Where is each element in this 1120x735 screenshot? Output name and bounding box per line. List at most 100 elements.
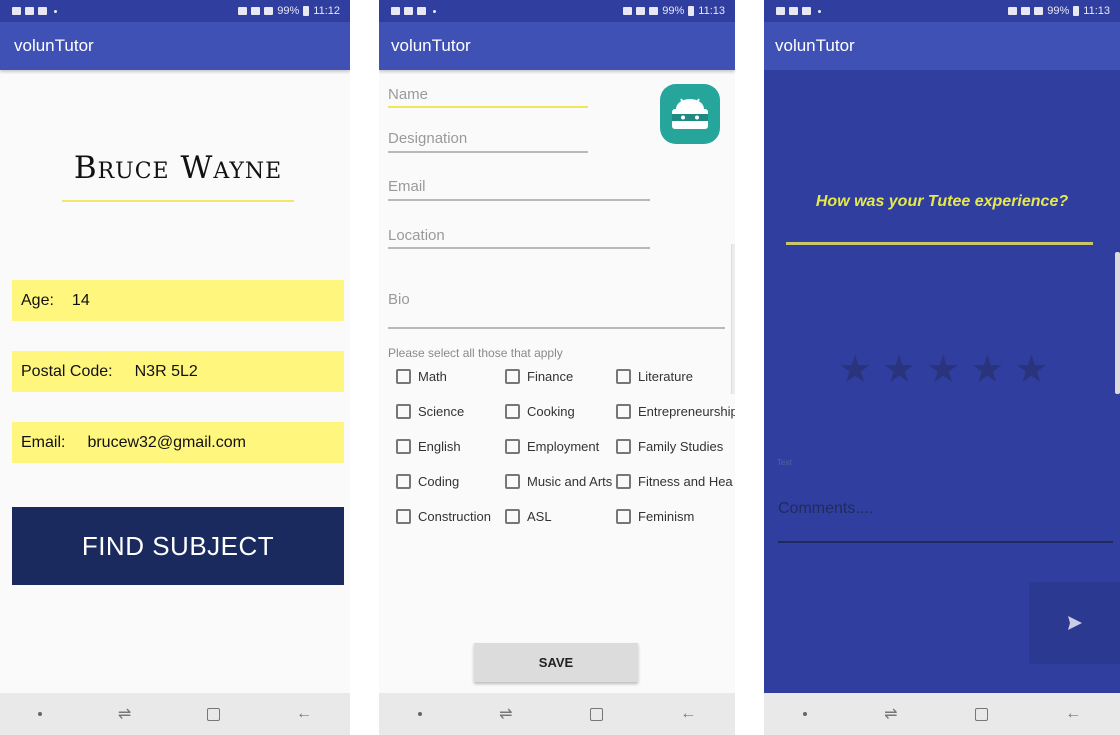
star-rating[interactable]: ★ ★ ★ ★ ★ — [838, 348, 1048, 392]
checkbox-box[interactable] — [396, 369, 411, 384]
star-icon[interactable]: ★ — [970, 348, 1004, 392]
save-button[interactable]: SAVE — [474, 643, 638, 682]
nav-dot-icon[interactable] — [802, 712, 807, 716]
checkbox-box[interactable] — [616, 369, 631, 384]
status-icons-left — [12, 7, 57, 15]
status-icon — [391, 7, 400, 15]
status-bar: 99% 11:13 — [379, 0, 735, 22]
status-icon — [1021, 7, 1031, 15]
status-icon — [623, 7, 633, 15]
checkbox-box[interactable] — [505, 404, 520, 419]
checkbox-music-and-arts[interactable]: Music and Arts — [505, 474, 612, 489]
checkbox-box[interactable] — [505, 439, 520, 454]
status-icon — [1008, 7, 1018, 15]
nav-recent-icon[interactable]: ⇌ — [884, 704, 897, 724]
postal-label: Postal Code: — [21, 362, 113, 380]
battery-icon — [688, 6, 695, 16]
feedback-screen: 99% 11:13 volunTutor How was your Tutee … — [764, 0, 1120, 735]
nav-back-icon[interactable]: ← — [296, 705, 312, 723]
edit-profile-screen: 99% 11:13 volunTutor Name Designation Em… — [379, 0, 735, 735]
email-field[interactable]: Email — [388, 178, 426, 195]
checkbox-feminism[interactable]: Feminism — [616, 509, 694, 524]
nav-home-icon[interactable] — [589, 707, 603, 721]
battery-percent: 99% — [277, 5, 300, 17]
nav-back-icon[interactable]: ← — [1065, 705, 1081, 723]
checkbox-english[interactable]: English — [396, 439, 461, 454]
profile-name: Bruce Wayne — [73, 150, 283, 186]
checkbox-label: Cooking — [527, 404, 575, 419]
checkbox-label: Music and Arts — [527, 474, 613, 489]
battery-percent: 99% — [1047, 5, 1070, 17]
checkbox-label: Math — [418, 369, 447, 384]
checkbox-label: Science — [418, 404, 465, 419]
checkbox-box[interactable] — [505, 509, 520, 524]
checkbox-family-studies[interactable]: Family Studies — [616, 439, 723, 454]
designation-field[interactable]: Designation — [388, 130, 467, 147]
checkbox-entrepreneurship[interactable]: Entrepreneurship — [616, 404, 735, 419]
checkbox-box[interactable] — [616, 439, 631, 454]
checkbox-math[interactable]: Math — [396, 369, 447, 384]
status-icon — [649, 7, 659, 15]
checkbox-box[interactable] — [396, 509, 411, 524]
nav-recent-icon[interactable]: ⇌ — [499, 704, 512, 724]
checkbox-box[interactable] — [616, 509, 631, 524]
nav-home-icon[interactable] — [207, 707, 221, 721]
checkbox-label: Entrepreneurship — [638, 404, 735, 419]
status-icon — [417, 7, 426, 15]
nav-bar: ⇌ ← — [0, 693, 350, 735]
android-icon[interactable] — [660, 84, 720, 144]
app-title: volunTutor — [14, 36, 94, 55]
checkbox-finance[interactable]: Finance — [505, 369, 573, 384]
checkbox-fitness[interactable]: Fitness and Hea — [616, 474, 735, 489]
scroll-edge — [731, 244, 735, 394]
status-icon — [1034, 7, 1044, 15]
comments-underline — [778, 541, 1113, 543]
checkbox-box[interactable] — [396, 474, 411, 489]
find-subject-button[interactable]: FIND SUBJECT — [12, 507, 344, 585]
checkbox-label: Literature — [638, 369, 693, 384]
checkbox-box[interactable] — [396, 404, 411, 419]
name-field[interactable]: Name — [388, 86, 428, 103]
nav-dot-icon[interactable] — [417, 712, 422, 716]
star-icon[interactable]: ★ — [838, 348, 872, 392]
postal-value: N3R 5L2 — [134, 362, 198, 380]
checkbox-cooking[interactable]: Cooking — [505, 404, 575, 419]
status-icon — [25, 7, 34, 15]
android-robot-icon — [672, 98, 708, 129]
battery-icon — [303, 6, 310, 16]
checkbox-science[interactable]: Science — [396, 404, 464, 419]
star-icon[interactable]: ★ — [882, 348, 916, 392]
star-icon[interactable]: ★ — [926, 348, 960, 392]
nav-bar: ⇌ ← — [379, 693, 735, 735]
designation-field-underline — [388, 151, 588, 153]
checkbox-box[interactable] — [505, 369, 520, 384]
location-field[interactable]: Location — [388, 227, 445, 244]
checkbox-employment[interactable]: Employment — [505, 439, 599, 454]
checkbox-box[interactable] — [616, 404, 631, 419]
nav-recent-icon[interactable]: ⇌ — [118, 704, 131, 724]
checkbox-construction[interactable]: Construction — [396, 509, 491, 524]
send-button[interactable] — [1029, 582, 1120, 664]
send-icon — [1067, 616, 1082, 630]
checkbox-box[interactable] — [396, 439, 411, 454]
checkbox-coding[interactable]: Coding — [396, 474, 459, 489]
email-row: Email: brucew32@gmail.com — [12, 422, 344, 463]
checkbox-box[interactable] — [616, 474, 631, 489]
checkbox-label: Coding — [418, 474, 460, 489]
nav-home-icon[interactable] — [974, 707, 988, 721]
nav-back-icon[interactable]: ← — [680, 705, 696, 723]
checkbox-asl[interactable]: ASL — [505, 509, 552, 524]
checkbox-literature[interactable]: Literature — [616, 369, 693, 384]
checkbox-label: English — [418, 439, 461, 454]
status-icon — [251, 7, 261, 15]
status-icons-left — [391, 7, 436, 15]
comments-input[interactable]: Comments.... — [778, 500, 873, 518]
battery-icon — [1073, 6, 1080, 16]
bio-field[interactable]: Bio — [388, 291, 410, 308]
status-time: 11:13 — [698, 5, 725, 17]
name-field-underline — [388, 106, 588, 108]
email-label: Email: — [21, 433, 66, 451]
nav-dot-icon[interactable] — [37, 712, 42, 716]
checkbox-box[interactable] — [505, 474, 520, 489]
star-icon[interactable]: ★ — [1014, 348, 1048, 392]
